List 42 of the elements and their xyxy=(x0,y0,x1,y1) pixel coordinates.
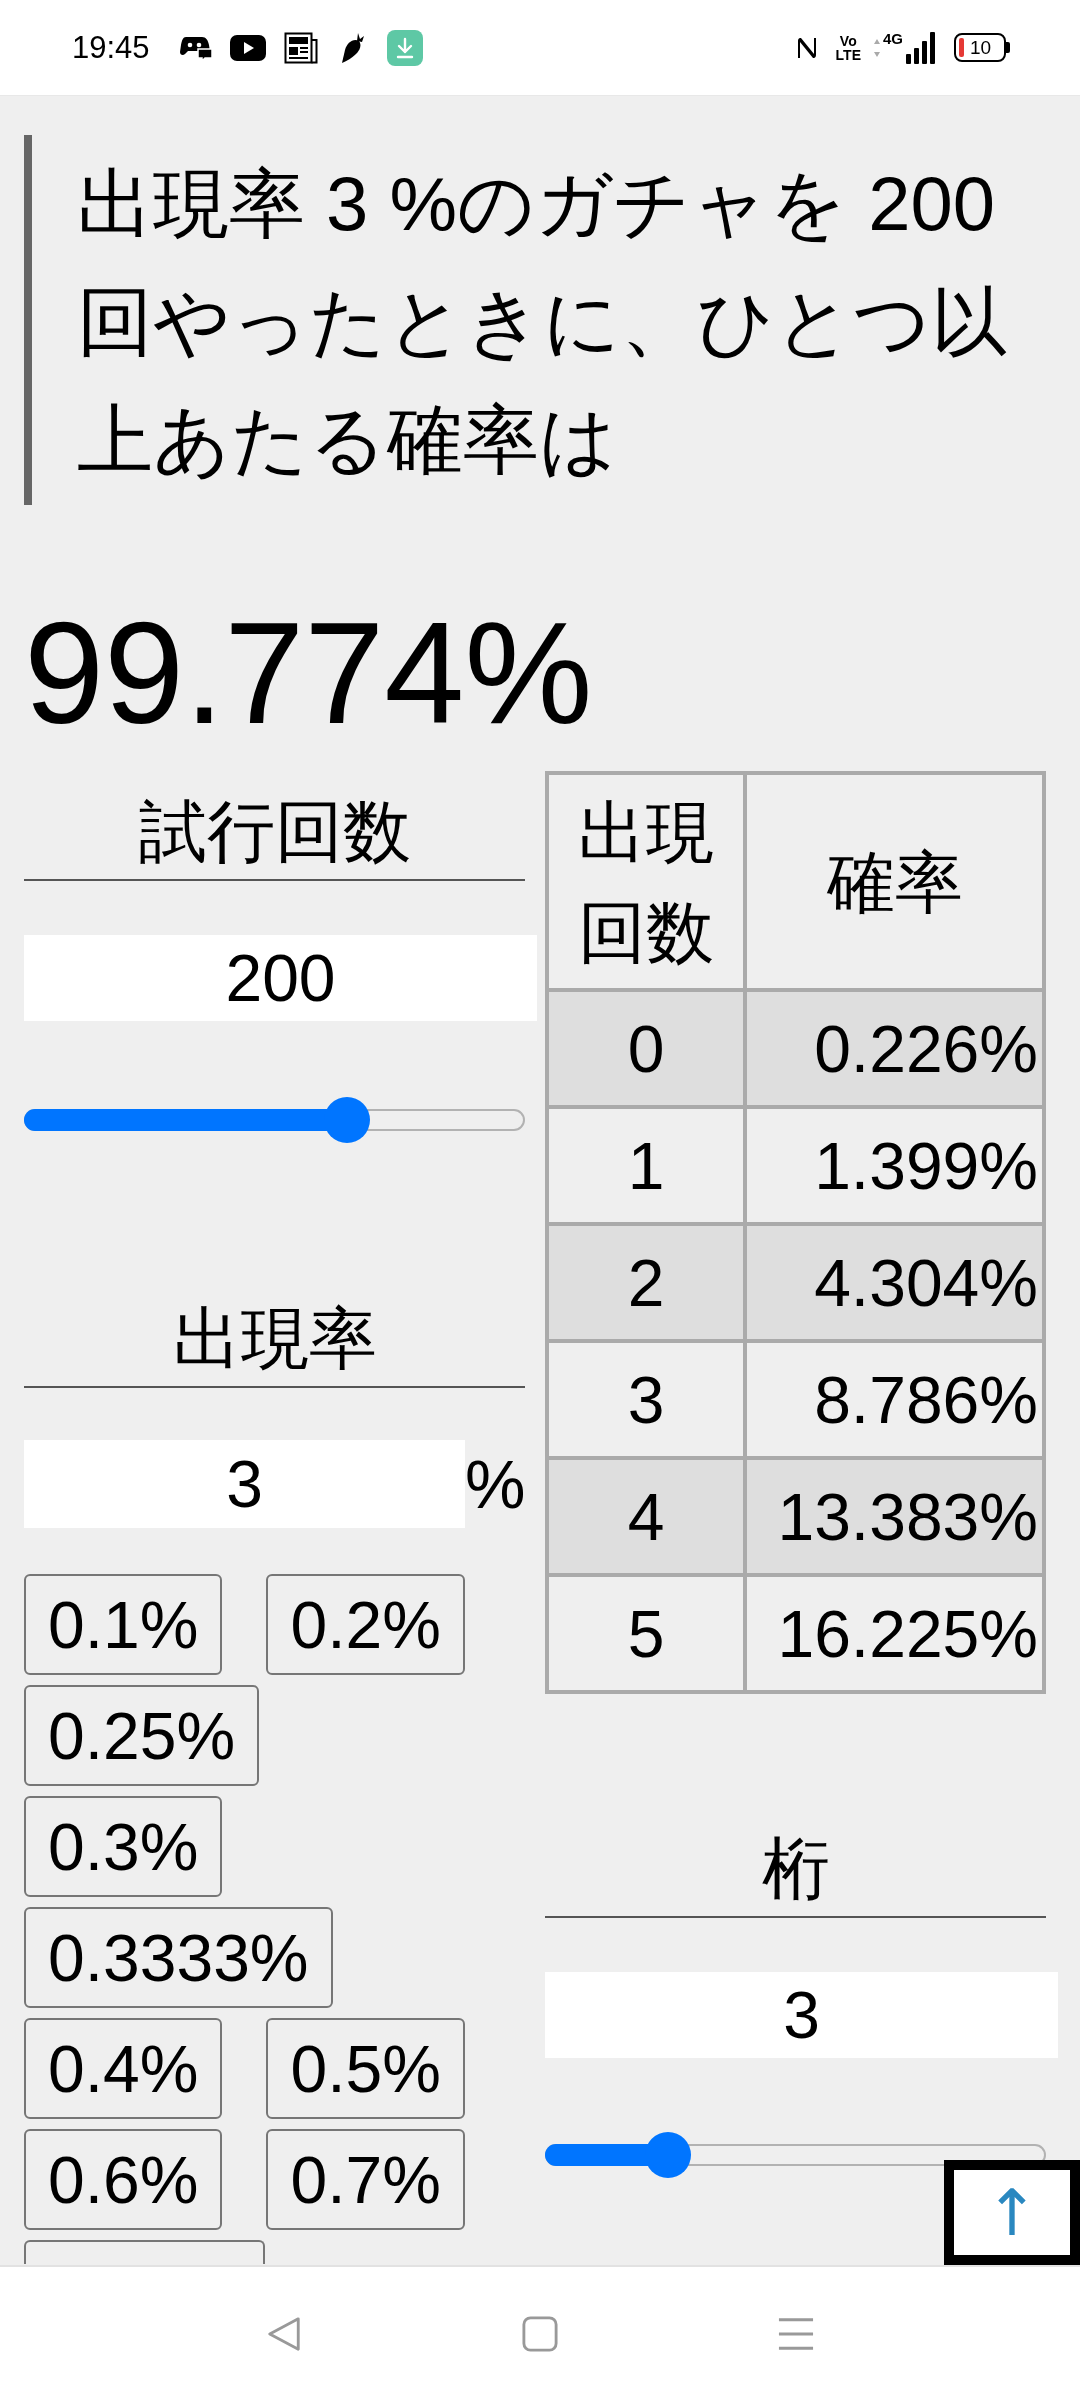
preset-button[interactable]: 0.3% xyxy=(24,1796,223,1897)
battery-fill-icon xyxy=(959,38,964,57)
table-cell: 2 xyxy=(547,1224,745,1341)
input-field[interactable]: 3 xyxy=(24,1440,465,1528)
input-field[interactable]: 3 xyxy=(545,1972,1058,2058)
data-arrows-icon xyxy=(873,37,881,58)
section-heading: 桁 xyxy=(545,1820,1046,1918)
home-icon[interactable] xyxy=(522,2314,558,2353)
back-icon[interactable] xyxy=(266,2314,302,2353)
newspaper-icon xyxy=(283,31,318,64)
column-header: 出現回数 xyxy=(547,773,745,990)
section-heading: 試行回数 xyxy=(24,783,525,881)
table-cell: 4.304% xyxy=(745,1224,1044,1341)
unit-label: % xyxy=(465,1445,526,1523)
section-heading: 出現率 xyxy=(24,1290,525,1388)
question-text: 出現率 3 %のガチャを 200 回やったときに、ひとつ以上あたる確率は xyxy=(77,160,1008,484)
input-field[interactable]: 200 xyxy=(24,935,537,1021)
table-cell: 0.226% xyxy=(745,990,1044,1107)
network-type-label: 4G xyxy=(883,30,903,47)
play-button-icon xyxy=(229,34,266,61)
table-cell: 5 xyxy=(547,1575,745,1692)
slider-track[interactable] xyxy=(24,1097,525,1143)
table-cell: 0 xyxy=(547,990,745,1107)
preset-button[interactable]: 0.25% xyxy=(24,1685,260,1786)
table-cell: 4 xyxy=(547,1458,745,1575)
result-percentage: 99.774% xyxy=(24,592,594,756)
table-cell: 16.225% xyxy=(745,1575,1044,1692)
preset-button[interactable]: 0.6% xyxy=(24,2129,223,2230)
clock-time: 19:45 xyxy=(72,29,150,66)
preset-button[interactable]: 0.1% xyxy=(24,1574,223,1675)
preset-button[interactable]: 0.3333% xyxy=(24,1907,333,2008)
preset-button[interactable]: 0.4% xyxy=(24,2018,223,2119)
scroll-top-button[interactable]: ↑ xyxy=(944,2160,1080,2265)
preset-button[interactable]: 0.7% xyxy=(266,2129,465,2230)
table-cell: 13.383% xyxy=(745,1458,1044,1575)
battery-level-text: 10 xyxy=(970,37,992,58)
preset-button[interactable]: 0.2% xyxy=(266,1574,465,1675)
download-icon xyxy=(386,29,423,66)
signal-icon xyxy=(906,31,936,64)
volte-indicator: Vo LTE xyxy=(835,33,861,62)
preset-button[interactable] xyxy=(24,2240,265,2264)
preset-button[interactable]: 0.5% xyxy=(266,2018,465,2119)
